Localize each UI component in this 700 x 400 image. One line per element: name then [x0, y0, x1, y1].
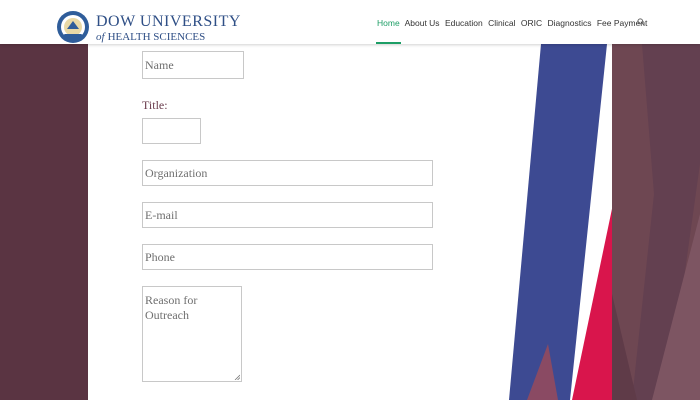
nav-item-oric[interactable]: ORIC	[521, 18, 542, 28]
search-icon[interactable]	[637, 18, 645, 26]
reason-for-outreach-field[interactable]	[142, 286, 242, 382]
nav-item-clinical[interactable]: Clinical	[488, 18, 515, 28]
content-area: Title:	[88, 44, 613, 400]
logo-title: DOW UNIVERSITY	[96, 13, 241, 30]
logo-of: of	[96, 31, 105, 43]
right-decorative-panel	[612, 44, 700, 400]
active-nav-indicator	[376, 42, 401, 44]
email-field[interactable]	[142, 202, 433, 228]
title-label: Title:	[142, 98, 168, 112]
university-logo[interactable]: DOW UNIVERSITY of HEALTH SCIENCES	[56, 10, 240, 46]
site-header: DOW UNIVERSITY of HEALTH SCIENCES Home Ab…	[0, 0, 700, 44]
phone-field[interactable]	[142, 244, 433, 270]
organization-field[interactable]	[142, 160, 433, 186]
logo-subtitle: of HEALTH SCIENCES	[96, 31, 205, 43]
nav-item-diagnostics[interactable]: Diagnostics	[548, 18, 592, 28]
nav-item-education[interactable]: Education	[445, 18, 483, 28]
nav-item-about-us[interactable]: About Us	[405, 18, 440, 28]
resize-handle-icon[interactable]	[234, 374, 240, 380]
name-field[interactable]	[142, 51, 244, 79]
logo-subtitle-text: HEALTH SCIENCES	[107, 31, 206, 43]
main-nav: Home About Us Education Clinical ORIC Di…	[377, 18, 650, 28]
university-seal-icon	[57, 11, 89, 43]
nav-item-home[interactable]: Home	[377, 18, 400, 28]
title-field[interactable]	[142, 118, 201, 144]
left-background-band	[0, 44, 88, 400]
